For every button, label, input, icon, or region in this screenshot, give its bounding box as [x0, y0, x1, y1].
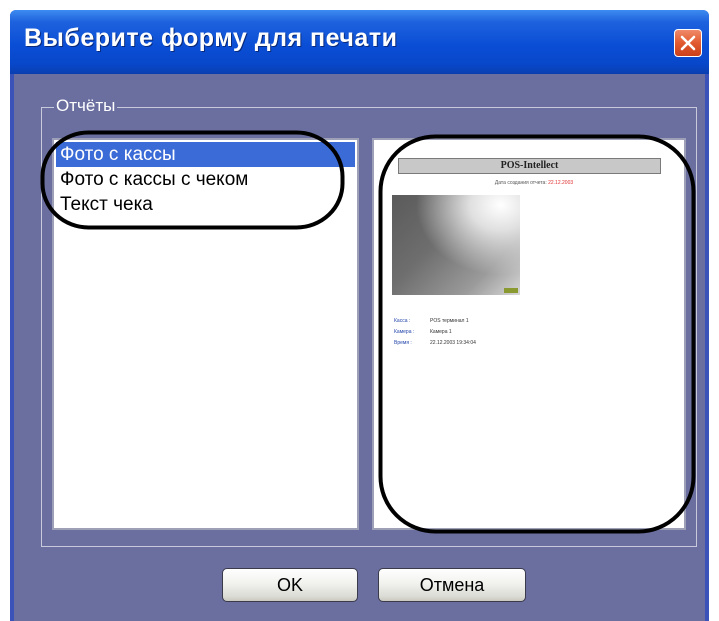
highlight-ellipse-list	[40, 130, 345, 230]
title-bar[interactable]: Выберите форму для печати	[10, 10, 709, 74]
close-button[interactable]	[674, 29, 702, 57]
cancel-button[interactable]: Отмена	[378, 568, 526, 602]
reports-group-label: Отчёты	[54, 96, 118, 116]
close-icon	[680, 35, 696, 51]
highlight-ellipse-preview	[378, 134, 696, 534]
print-form-dialog: Выберите форму для печати Отчёты Фото с …	[10, 10, 709, 621]
window-title: Выберите форму для печати	[24, 24, 398, 52]
ok-button[interactable]: OK	[222, 568, 358, 602]
dialog-body: Отчёты Фото с кассы Фото с кассы с чеком…	[14, 74, 705, 621]
